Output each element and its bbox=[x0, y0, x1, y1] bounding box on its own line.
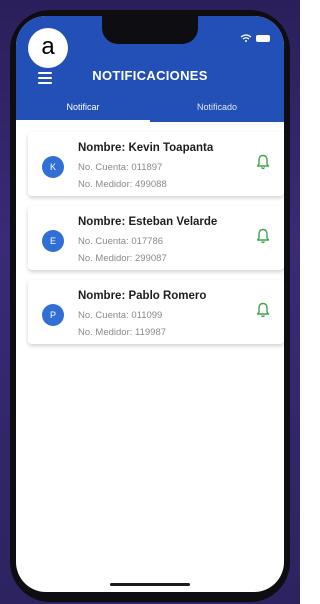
home-indicator[interactable] bbox=[110, 583, 190, 586]
item-name: Nombre: Kevin Toapanta bbox=[78, 142, 214, 154]
list-item[interactable]: K Nombre: Kevin Toapanta No. Cuenta: 011… bbox=[28, 132, 284, 196]
avatar: E bbox=[42, 230, 64, 252]
tab-notificar[interactable]: Notificar bbox=[16, 98, 150, 122]
bell-icon[interactable] bbox=[256, 228, 270, 244]
avatar: P bbox=[42, 304, 64, 326]
item-meter: No. Medidor: 299087 bbox=[78, 253, 167, 264]
item-account: No. Cuenta: 017786 bbox=[78, 236, 164, 247]
tab-bar: Notificar Notificado bbox=[16, 98, 284, 122]
item-name: Nombre: Esteban Velarde bbox=[78, 216, 218, 228]
item-account: No. Cuenta: 011099 bbox=[78, 310, 163, 321]
app-screen: NOTIFICACIONES Notificar Notificado K No… bbox=[16, 16, 284, 592]
page-title: NOTIFICACIONES bbox=[92, 68, 208, 83]
item-account: No. Cuenta: 011897 bbox=[78, 162, 163, 173]
notification-list: K Nombre: Kevin Toapanta No. Cuenta: 011… bbox=[28, 132, 284, 354]
wifi-icon bbox=[240, 34, 252, 42]
tab-notificado[interactable]: Notificado bbox=[150, 98, 284, 122]
phone-notch bbox=[102, 16, 198, 44]
item-meter: No. Medidor: 119987 bbox=[78, 327, 167, 338]
battery-icon bbox=[256, 34, 270, 42]
item-name: Nombre: Pablo Romero bbox=[78, 290, 207, 302]
item-meter: No. Medidor: 499088 bbox=[78, 179, 167, 190]
device-background: a NOTIFICACIONES Notificar Notificado K … bbox=[0, 0, 300, 604]
figure-label: a bbox=[28, 28, 68, 68]
bell-icon[interactable] bbox=[256, 154, 270, 170]
list-item[interactable]: E Nombre: Esteban Velarde No. Cuenta: 01… bbox=[28, 206, 284, 270]
list-item[interactable]: P Nombre: Pablo Romero No. Cuenta: 01109… bbox=[28, 280, 284, 344]
bell-icon[interactable] bbox=[256, 302, 270, 318]
avatar: K bbox=[42, 156, 64, 178]
status-bar-icons bbox=[240, 34, 270, 42]
